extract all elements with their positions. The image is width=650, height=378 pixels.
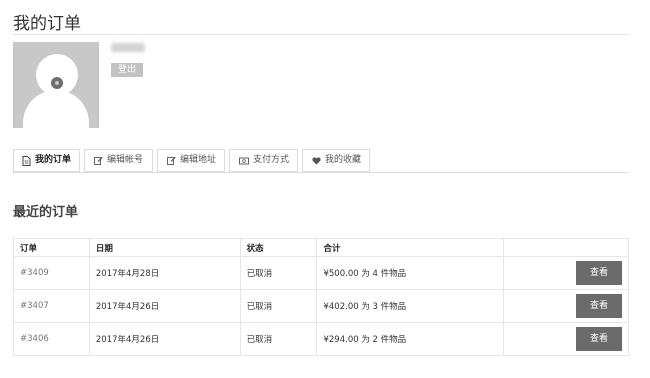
tab-edit-address[interactable]: 编辑地址 [157, 149, 225, 172]
table-row: #3409 2017年4月28日 已取消 ¥500.00 为 4 件物品 查看 [13, 256, 629, 290]
column-header-actions [503, 238, 629, 257]
order-status: 已取消 [239, 322, 318, 356]
table-header-row: 订单 日期 状态 合计 [13, 238, 629, 257]
tabs-divider [13, 172, 629, 173]
page-title: 我的订单 [13, 14, 81, 34]
edit-icon [167, 156, 176, 165]
tab-label: 我的订单 [35, 155, 72, 165]
tab-label: 编辑帐号 [107, 155, 144, 165]
tab-favorites[interactable]: 我的收藏 [302, 149, 370, 172]
column-header-status: 状态 [239, 238, 318, 257]
table-row: #3406 2017年4月26日 已取消 ¥294.00 为 2 件物品 查看 [13, 322, 629, 356]
order-date: 2017年4月28日 [88, 256, 241, 290]
column-header-order: 订单 [13, 238, 90, 257]
column-header-date: 日期 [88, 238, 241, 257]
tab-label: 支付方式 [253, 155, 290, 165]
order-actions: 查看 [503, 256, 629, 290]
avatar [13, 42, 99, 128]
document-icon [22, 155, 31, 166]
username-redacted [111, 43, 145, 53]
view-order-button[interactable]: 查看 [576, 294, 622, 318]
money-icon [239, 157, 249, 164]
tab-label: 编辑地址 [180, 155, 217, 165]
orders-table: 订单 日期 状态 合计 #3409 2017年4月28日 已取消 ¥500.00… [13, 238, 629, 356]
tab-my-orders[interactable]: 我的订单 [13, 149, 80, 172]
account-tabs: 我的订单 编辑帐号 编辑地址 支付方式 我的收藏 [13, 149, 370, 172]
order-total: ¥500.00 为 4 件物品 [316, 256, 505, 290]
order-number-link[interactable]: #3406 [13, 322, 90, 356]
title-divider [13, 34, 629, 35]
recent-orders-title: 最近的订单 [13, 205, 79, 220]
logout-button[interactable]: 登出 [111, 63, 144, 77]
view-order-button[interactable]: 查看 [576, 327, 622, 351]
order-status: 已取消 [239, 289, 318, 323]
heart-icon [312, 156, 321, 165]
order-status: 已取消 [239, 256, 318, 290]
order-total: ¥294.00 为 2 件物品 [316, 322, 505, 356]
tab-label: 我的收藏 [325, 155, 362, 165]
view-order-button[interactable]: 查看 [576, 261, 622, 285]
order-actions: 查看 [503, 289, 629, 323]
table-row: #3407 2017年4月26日 已取消 ¥402.00 为 3 件物品 查看 [13, 289, 629, 323]
order-number-link[interactable]: #3409 [13, 256, 90, 290]
avatar-camera-dot [51, 77, 63, 89]
order-date: 2017年4月26日 [88, 289, 241, 323]
order-number-link[interactable]: #3407 [13, 289, 90, 323]
avatar-body [23, 90, 89, 128]
order-total: ¥402.00 为 3 件物品 [316, 289, 505, 323]
order-actions: 查看 [503, 322, 629, 356]
tab-edit-account[interactable]: 编辑帐号 [84, 149, 153, 172]
order-date: 2017年4月26日 [88, 322, 241, 356]
column-header-total: 合计 [316, 238, 505, 257]
edit-icon [94, 156, 103, 165]
tab-payment-methods[interactable]: 支付方式 [229, 149, 298, 172]
